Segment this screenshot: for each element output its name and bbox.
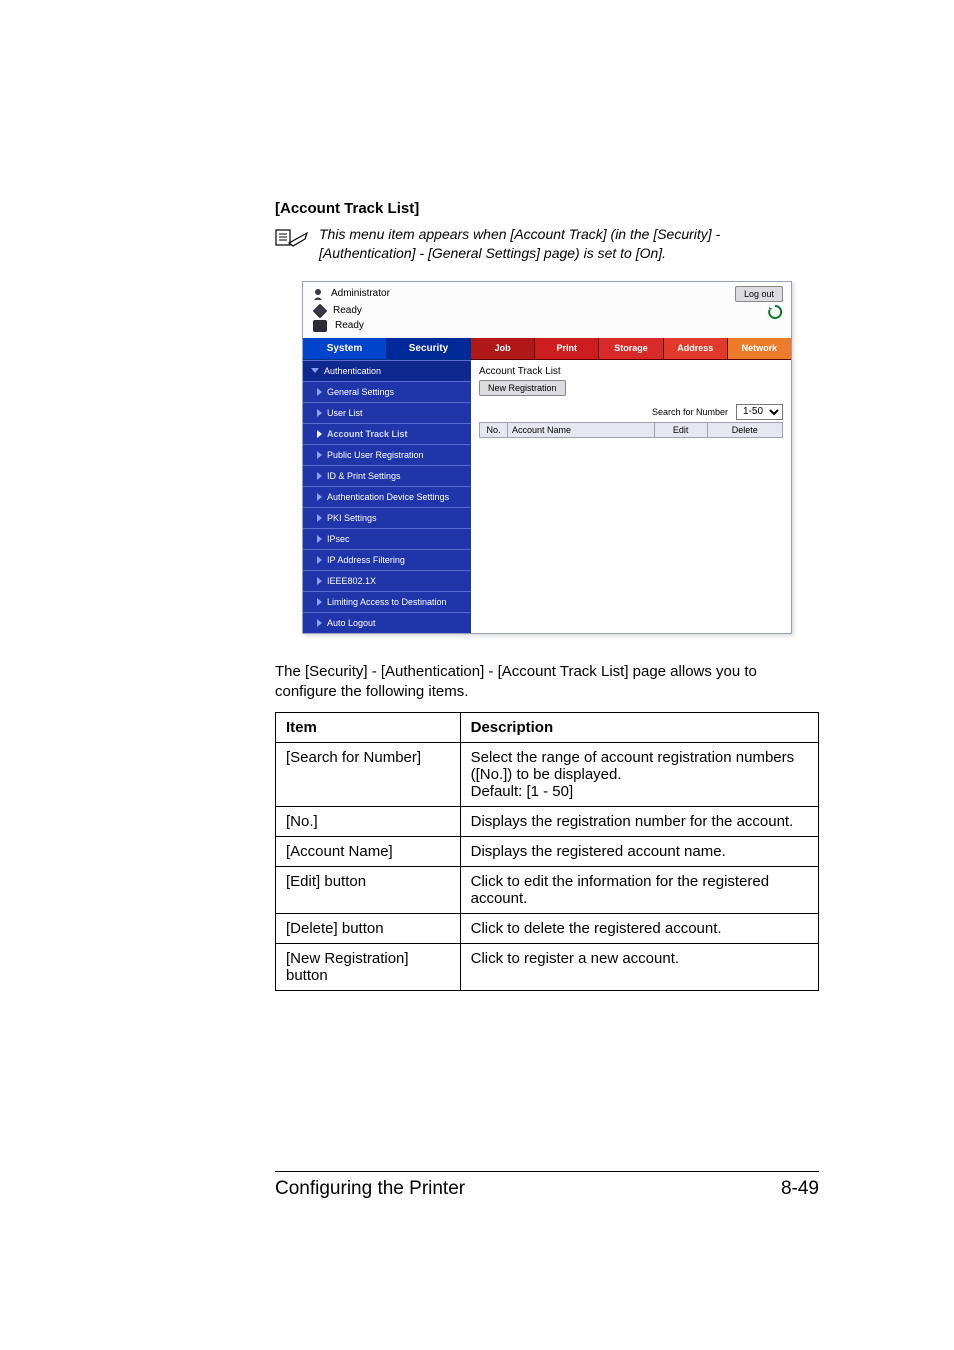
th-edit: Edit xyxy=(654,422,707,437)
footer-left: Configuring the Printer xyxy=(275,1178,465,1200)
sidebar-item-pki-settings[interactable]: PKI Settings xyxy=(303,507,471,528)
sidebar-item-ipsec[interactable]: IPsec xyxy=(303,528,471,549)
table-row: [No.] Displays the registration number f… xyxy=(276,807,819,837)
table-row: [Search for Number] Select the range of … xyxy=(276,743,819,807)
logout-button[interactable]: Log out xyxy=(735,286,783,302)
user-icon xyxy=(313,288,327,300)
th-no: No. xyxy=(480,422,508,437)
triangle-right-icon xyxy=(317,577,322,585)
triangle-right-icon xyxy=(317,388,322,396)
table-row: [Edit] button Click to edit the informat… xyxy=(276,867,819,914)
sidebar-item-user-list[interactable]: User List xyxy=(303,402,471,423)
th-delete: Delete xyxy=(707,422,783,437)
triangle-right-icon xyxy=(317,514,322,522)
pane-title: Account Track List xyxy=(479,366,783,377)
th-name: Account Name xyxy=(508,422,655,437)
sidebar-item-limiting-access[interactable]: Limiting Access to Destination xyxy=(303,591,471,612)
footer-right: 8-49 xyxy=(781,1178,819,1200)
search-number-select[interactable]: 1-50 xyxy=(736,404,783,420)
sidebar: Authentication General Settings User Lis… xyxy=(303,360,471,633)
triangle-right-icon xyxy=(317,493,322,501)
ribbon-address[interactable]: Address xyxy=(664,338,728,360)
triangle-right-icon xyxy=(317,451,322,459)
status-line-1: Ready xyxy=(333,305,362,317)
sidebar-heading-authentication[interactable]: Authentication xyxy=(303,360,471,381)
note-text: This menu item appears when [Account Tra… xyxy=(319,225,819,263)
user-label: Administrator xyxy=(331,288,390,299)
status-printer-icon xyxy=(313,320,327,332)
search-label: Search for Number xyxy=(652,407,728,417)
table-row: [New Registration] button Click to regis… xyxy=(276,944,819,991)
triangle-right-icon xyxy=(317,535,322,543)
ribbon-print[interactable]: Print xyxy=(535,338,599,360)
note-icon xyxy=(275,227,309,249)
tab-system[interactable]: System xyxy=(303,338,387,360)
th-item: Item xyxy=(276,713,461,743)
sidebar-item-ip-address-filtering[interactable]: IP Address Filtering xyxy=(303,549,471,570)
section-title: [Account Track List] xyxy=(275,200,819,217)
sidebar-item-id-print-settings[interactable]: ID & Print Settings xyxy=(303,465,471,486)
sidebar-item-ieee8021x[interactable]: IEEE802.1X xyxy=(303,570,471,591)
intro-text: The [Security] - [Authentication] - [Acc… xyxy=(275,662,819,703)
triangle-right-icon xyxy=(317,598,322,606)
sidebar-item-public-user-registration[interactable]: Public User Registration xyxy=(303,444,471,465)
top-ribbon: Job Print Storage Address Network xyxy=(471,338,791,360)
status-line-2: Ready xyxy=(335,320,364,332)
account-table: No. Account Name Edit Delete xyxy=(479,422,783,438)
triangle-right-icon xyxy=(317,409,322,417)
tab-security[interactable]: Security xyxy=(387,338,471,360)
sidebar-item-general-settings[interactable]: General Settings xyxy=(303,381,471,402)
table-row: [Account Name] Displays the registered a… xyxy=(276,837,819,867)
description-table: Item Description [Search for Number] Sel… xyxy=(275,712,819,991)
triangle-right-icon xyxy=(317,472,322,480)
table-row: [Delete] button Click to delete the regi… xyxy=(276,914,819,944)
ribbon-storage[interactable]: Storage xyxy=(599,338,663,360)
ribbon-job[interactable]: Job xyxy=(471,338,535,360)
refresh-icon[interactable] xyxy=(767,304,783,320)
new-registration-button[interactable]: New Registration xyxy=(479,380,566,396)
triangle-right-icon xyxy=(317,430,322,438)
sidebar-item-auth-device-settings[interactable]: Authentication Device Settings xyxy=(303,486,471,507)
triangle-right-icon xyxy=(317,556,322,564)
sidebar-item-account-track-list[interactable]: Account Track List xyxy=(303,423,471,444)
sidebar-item-auto-logout[interactable]: Auto Logout xyxy=(303,612,471,633)
chevron-down-icon xyxy=(311,368,319,373)
th-description: Description xyxy=(460,713,818,743)
triangle-right-icon xyxy=(317,619,322,627)
status-diamond-icon xyxy=(313,304,327,318)
ribbon-network[interactable]: Network xyxy=(728,338,791,360)
embedded-screenshot: Administrator Log out Ready Ready xyxy=(302,281,792,634)
